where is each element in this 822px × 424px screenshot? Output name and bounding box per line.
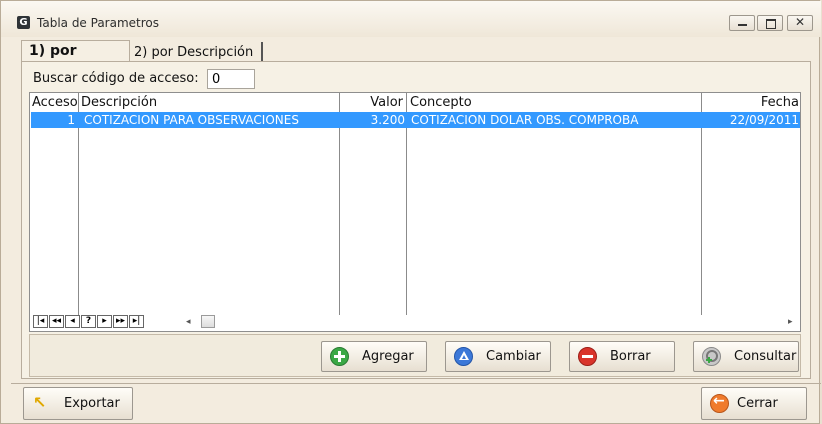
minus-icon: [578, 347, 597, 366]
app-icon: G: [17, 16, 30, 29]
last-record-button[interactable]: ▸|: [129, 315, 144, 328]
scroll-thumb[interactable]: [201, 315, 215, 328]
column-header-fecha[interactable]: Fecha: [705, 94, 799, 112]
borrar-button[interactable]: Borrar: [569, 341, 675, 372]
export-arrow-icon: ↖: [33, 393, 47, 412]
title-bar[interactable]: G Tabla de Parametros ✕: [1, 1, 821, 37]
delta-icon: [454, 347, 473, 366]
agregar-button[interactable]: Agregar: [321, 341, 427, 372]
consultar-button[interactable]: Consultar: [693, 341, 799, 372]
help-button[interactable]: ?: [81, 315, 96, 328]
search-input[interactable]: [207, 69, 255, 89]
consultar-label: Consultar: [734, 349, 797, 364]
tab-por-codigo[interactable]: 1) por Código: [21, 40, 130, 80]
next-page-button[interactable]: ▸▸: [113, 315, 128, 328]
cerrar-label: Cerrar: [737, 396, 778, 411]
scroll-left-icon[interactable]: ◂: [186, 317, 191, 327]
agregar-label: Agregar: [362, 349, 414, 364]
plus-icon: [330, 347, 349, 366]
divider: [11, 383, 821, 384]
scroll-right-icon[interactable]: ▸: [788, 317, 793, 327]
next-record-button[interactable]: ▸: [97, 315, 112, 328]
exportar-label: Exportar: [64, 396, 120, 411]
close-window-button[interactable]: ✕: [787, 15, 813, 31]
search-label: Buscar código de acceso:: [33, 71, 199, 86]
cell-descripcion: COTIZACION PARA OBSERVACIONES: [84, 113, 299, 127]
tab-por-descripcion[interactable]: 2) por Descripción: [131, 42, 263, 62]
column-header-descripcion[interactable]: Descripción: [81, 94, 331, 112]
column-header-valor[interactable]: Valor: [342, 94, 403, 112]
back-arrow-icon: ←: [710, 393, 729, 413]
maximize-button[interactable]: [757, 15, 783, 31]
close-icon: ✕: [795, 15, 806, 29]
cambiar-button[interactable]: Cambiar: [445, 341, 551, 372]
first-record-button[interactable]: |◂: [33, 315, 48, 328]
cell-fecha: 22/09/2011: [729, 113, 799, 127]
table-row[interactable]: 1 COTIZACION PARA OBSERVACIONES 3.200 CO…: [31, 112, 800, 128]
cell-valor: 3.200: [370, 113, 405, 127]
maximize-icon: [766, 19, 776, 29]
exportar-button[interactable]: ↖ Exportar: [23, 387, 133, 420]
minimize-button[interactable]: [729, 15, 755, 31]
horizontal-scrollbar[interactable]: ◂ ▸: [182, 315, 799, 329]
prev-page-button[interactable]: ◂◂: [49, 315, 64, 328]
cambiar-label: Cambiar: [486, 349, 541, 364]
borrar-label: Borrar: [610, 349, 651, 364]
cerrar-button[interactable]: ← Cerrar: [701, 387, 807, 420]
main-window: G Tabla de Parametros ✕ 1) por Código 2)…: [0, 0, 821, 424]
column-header-acceso[interactable]: Acceso: [32, 94, 77, 112]
prev-record-button[interactable]: ◂: [65, 315, 80, 328]
data-grid[interactable]: Acceso Descripción Valor Concepto Fecha …: [29, 92, 801, 332]
window-title: Tabla de Parametros: [37, 16, 160, 30]
magnifier-icon: [702, 347, 721, 366]
minimize-icon: [738, 24, 747, 26]
cell-concepto: COTIZACION DOLAR OBS. COMPROBA: [411, 113, 639, 127]
cell-acceso: 1: [67, 113, 75, 127]
column-header-concepto[interactable]: Concepto: [410, 94, 695, 112]
